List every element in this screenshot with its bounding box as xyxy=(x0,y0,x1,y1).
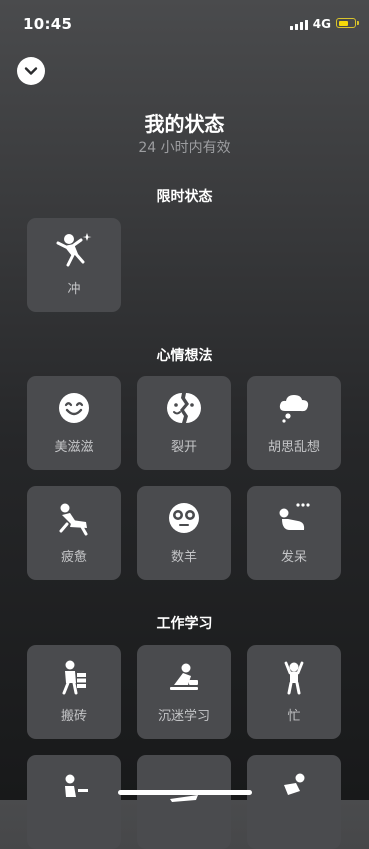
status-tile-daydream[interactable]: 发呆 xyxy=(247,486,341,580)
status-tile-overthinking[interactable]: 胡思乱想 xyxy=(247,376,341,470)
status-tile-counting-sheep[interactable]: 数羊 xyxy=(137,486,231,580)
busy-icon xyxy=(284,661,304,695)
tired-person-icon xyxy=(59,503,88,536)
status-tile-rush[interactable]: 冲 xyxy=(27,218,121,312)
status-tile-happy[interactable]: 美滋滋 xyxy=(27,376,121,470)
status-label: 冲 xyxy=(67,282,81,297)
status-label: 忙 xyxy=(287,709,301,724)
section-title-mood: 心情想法 xyxy=(156,348,213,364)
status-label: 数羊 xyxy=(170,550,197,565)
status-tile-plane[interactable] xyxy=(137,755,231,849)
status-tile-tired[interactable]: 疲惫 xyxy=(27,486,121,580)
battery-level xyxy=(338,20,348,26)
status-tile-desk[interactable] xyxy=(27,755,121,849)
status-tile-busy[interactable]: 忙 xyxy=(247,645,341,739)
section-title-work: 工作学习 xyxy=(156,616,213,632)
status-label: 裂开 xyxy=(170,440,197,455)
thought-bubble-icon xyxy=(279,395,309,423)
cracked-face-icon xyxy=(167,393,201,423)
smile-face-icon xyxy=(59,393,89,423)
status-label: 发呆 xyxy=(280,550,307,565)
home-indicator[interactable] xyxy=(118,790,252,795)
rush-icon xyxy=(56,233,92,267)
battery-icon xyxy=(336,18,359,28)
status-tile-carry-bricks[interactable]: 搬砖 xyxy=(27,645,121,739)
section-title-limited: 限时状态 xyxy=(156,189,213,205)
status-tile-cracked[interactable]: 裂开 xyxy=(137,376,231,470)
status-tile-study[interactable]: 沉迷学习 xyxy=(137,645,231,739)
status-label: 沉迷学习 xyxy=(157,709,210,724)
study-icon xyxy=(170,663,198,690)
daydream-icon xyxy=(279,503,310,530)
status-tile-running[interactable] xyxy=(247,755,341,849)
page-subtitle: 24 小时内有效 xyxy=(138,140,231,156)
status-bar: 10:45 4G xyxy=(0,0,369,48)
network-type: 4G xyxy=(312,17,331,31)
carry-bricks-icon xyxy=(62,660,86,695)
status-label: 胡思乱想 xyxy=(267,440,320,455)
chevron-down-icon xyxy=(24,67,38,75)
status-time: 10:45 xyxy=(23,15,73,33)
signal-icon xyxy=(290,19,308,30)
page-title: 我的状态 xyxy=(144,112,225,136)
status-label: 疲惫 xyxy=(60,550,87,565)
sheep-face-icon xyxy=(169,503,199,533)
collapse-button[interactable] xyxy=(17,57,45,85)
status-label: 美滋滋 xyxy=(54,440,94,455)
status-label: 搬砖 xyxy=(60,709,87,724)
